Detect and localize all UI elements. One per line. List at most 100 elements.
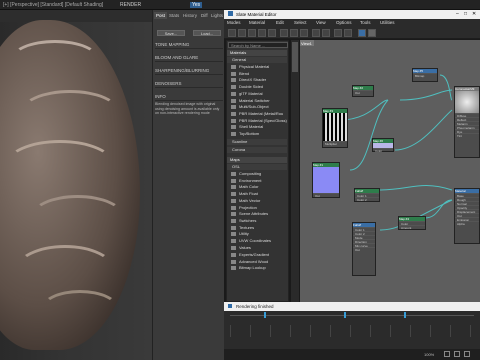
section-bloom-glare[interactable]: BLOOM AND GLARE	[155, 54, 223, 62]
material-item[interactable]: Top/Bottom	[227, 131, 287, 137]
node-map3[interactable]: Map #3 Multiplier	[322, 108, 348, 148]
map-item[interactable]: Advanced Wood	[227, 259, 287, 265]
osl-category[interactable]: Values	[227, 245, 287, 251]
background-icon[interactable]	[290, 29, 298, 37]
yes-button[interactable]: Yes	[190, 2, 203, 8]
viewport-label[interactable]: [+] [Perspective] [Standard] [Default Sh…	[3, 2, 103, 8]
menu-modes[interactable]: Modes	[227, 20, 241, 25]
item-label: Math Vector	[239, 197, 261, 203]
tab-view1[interactable]: View1	[300, 40, 314, 46]
menu-utilities[interactable]: Utilities	[380, 20, 395, 25]
tab-history[interactable]: History	[181, 12, 199, 19]
node-material[interactable]: Material Base Rough Normal Opacity Displ…	[454, 188, 480, 244]
node-hair-material[interactable]: CoronaHairMtl Diffuse Reflect Melanin Ph…	[454, 86, 480, 158]
timeline-ruler[interactable]	[230, 325, 474, 337]
osl-category[interactable]: Math Color	[227, 184, 287, 190]
material-item[interactable]: gITF Material	[227, 91, 287, 97]
load-button[interactable]: Load...	[193, 30, 221, 36]
layout-icon[interactable]	[300, 29, 308, 37]
material-item[interactable]: DirectX Shader	[227, 77, 287, 83]
node-graph-view[interactable]: Map #5 Bitmap CoronaHairMtl Diffuse Refl…	[300, 40, 480, 302]
menu-edit[interactable]: Edit	[276, 20, 284, 25]
osl-category[interactable]: Compositing	[227, 171, 287, 177]
osl-category[interactable]: UVW Coordinates	[227, 238, 287, 244]
material-item[interactable]: Shell Material	[227, 124, 287, 130]
osl-category[interactable]: Projection	[227, 205, 287, 211]
section-denoisers[interactable]: DENOISERS	[155, 80, 223, 88]
item-label: PBR Material (Spec/Gloss)	[239, 117, 287, 123]
material-item[interactable]: Physical Material	[227, 64, 287, 70]
map-item[interactable]: Experts/Gradient	[227, 252, 287, 258]
node-map1[interactable]: Map #1 Out	[312, 162, 340, 198]
item-label: Environment	[239, 177, 262, 183]
osl-category[interactable]: Scene Attributes	[227, 211, 287, 217]
put-to-scene-icon[interactable]	[248, 29, 256, 37]
material-id-icon[interactable]	[344, 29, 352, 37]
maximize-icon[interactable]: □	[464, 11, 467, 17]
key-marker[interactable]	[404, 312, 406, 318]
section-tone-mapping[interactable]: TONE MAPPING	[155, 41, 223, 49]
fit-icon[interactable]	[464, 351, 470, 357]
material-item[interactable]: PBR Material (Metal/Rou	[227, 111, 287, 117]
zoom-icon[interactable]	[444, 351, 450, 357]
node-falloff-detail[interactable]: Falloff Color 1 Color 2 Mode Direction M…	[352, 222, 376, 276]
hide-slots-icon[interactable]	[334, 29, 342, 37]
tab-stats[interactable]: Stats	[167, 12, 181, 19]
assign-icon[interactable]	[258, 29, 266, 37]
corona-header[interactable]: Corona	[227, 147, 287, 153]
tab-lights[interactable]: Lights	[209, 12, 225, 19]
browser-scrollbar[interactable]	[291, 40, 299, 302]
osl-category[interactable]: Utility	[227, 231, 287, 237]
osl-category[interactable]: Switchers	[227, 218, 287, 224]
material-item[interactable]: PBR Material (Spec/Gloss)	[227, 118, 287, 124]
materials-header[interactable]: Materials	[227, 50, 287, 56]
menu-material[interactable]: Material	[249, 20, 265, 25]
material-item[interactable]: Double Sided	[227, 84, 287, 90]
node-map2[interactable]: Map #2 Out	[352, 85, 374, 97]
grid-icon[interactable]	[368, 29, 376, 37]
item-label: UVW Coordinates	[239, 238, 272, 243]
key-marker[interactable]	[264, 312, 266, 318]
osl-header[interactable]: OSL	[227, 164, 287, 170]
osl-category[interactable]: Textures	[227, 225, 287, 231]
osl-category[interactable]: Environment	[227, 178, 287, 184]
link	[379, 185, 453, 191]
key-marker[interactable]	[344, 312, 346, 318]
node-map5[interactable]: Map #5 Bitmap	[412, 68, 438, 82]
move-children-icon[interactable]	[322, 29, 330, 37]
viewport[interactable]	[0, 0, 152, 360]
map-item[interactable]: Bitmap Lookup	[227, 265, 287, 271]
tab-post[interactable]: Post	[154, 12, 168, 19]
pick-material-icon[interactable]	[238, 29, 246, 37]
menu-options[interactable]: Options	[336, 20, 352, 25]
scroll-thumb[interactable]	[292, 42, 298, 72]
menu-tools[interactable]: Tools	[360, 20, 371, 25]
layout-children-icon[interactable]	[312, 29, 320, 37]
top-bar: [+] [Perspective] [Standard] [Default Sh…	[0, 0, 480, 10]
menu-view[interactable]: View	[316, 20, 326, 25]
search-input[interactable]: Search by Name ...	[228, 42, 288, 48]
material-item[interactable]: Multi/Sub-Object	[227, 104, 287, 110]
section-sharpening[interactable]: SHARPENING/BLURRING	[155, 67, 223, 75]
node-map6[interactable]: Map #6 Color	[372, 138, 394, 153]
general-header[interactable]: General	[227, 57, 287, 63]
menu-select[interactable]: Select	[294, 20, 307, 25]
view-mode-icon[interactable]	[358, 29, 366, 37]
material-item[interactable]: Material Switcher	[227, 98, 287, 104]
show-map-icon[interactable]	[280, 29, 288, 37]
section-info[interactable]: INFO	[155, 93, 223, 101]
osl-category[interactable]: Math Float	[227, 191, 287, 197]
maps-header[interactable]: Maps	[227, 157, 287, 163]
material-item[interactable]: Blend	[227, 71, 287, 77]
minimize-icon[interactable]: –	[456, 11, 459, 17]
save-button[interactable]: Save...	[157, 30, 185, 36]
delete-icon[interactable]	[268, 29, 276, 37]
node-map4[interactable]: Map #4 Color Amount	[398, 216, 426, 230]
osl-category[interactable]: Math Vector	[227, 198, 287, 204]
scanline-header[interactable]: Scanline	[227, 139, 287, 145]
close-icon[interactable]: ✕	[472, 11, 476, 17]
select-tool-icon[interactable]	[228, 29, 236, 37]
timeline[interactable]	[224, 311, 480, 349]
node-falloff[interactable]: Falloff Color 1 Color 2	[354, 188, 380, 202]
pan-icon[interactable]	[454, 351, 460, 357]
